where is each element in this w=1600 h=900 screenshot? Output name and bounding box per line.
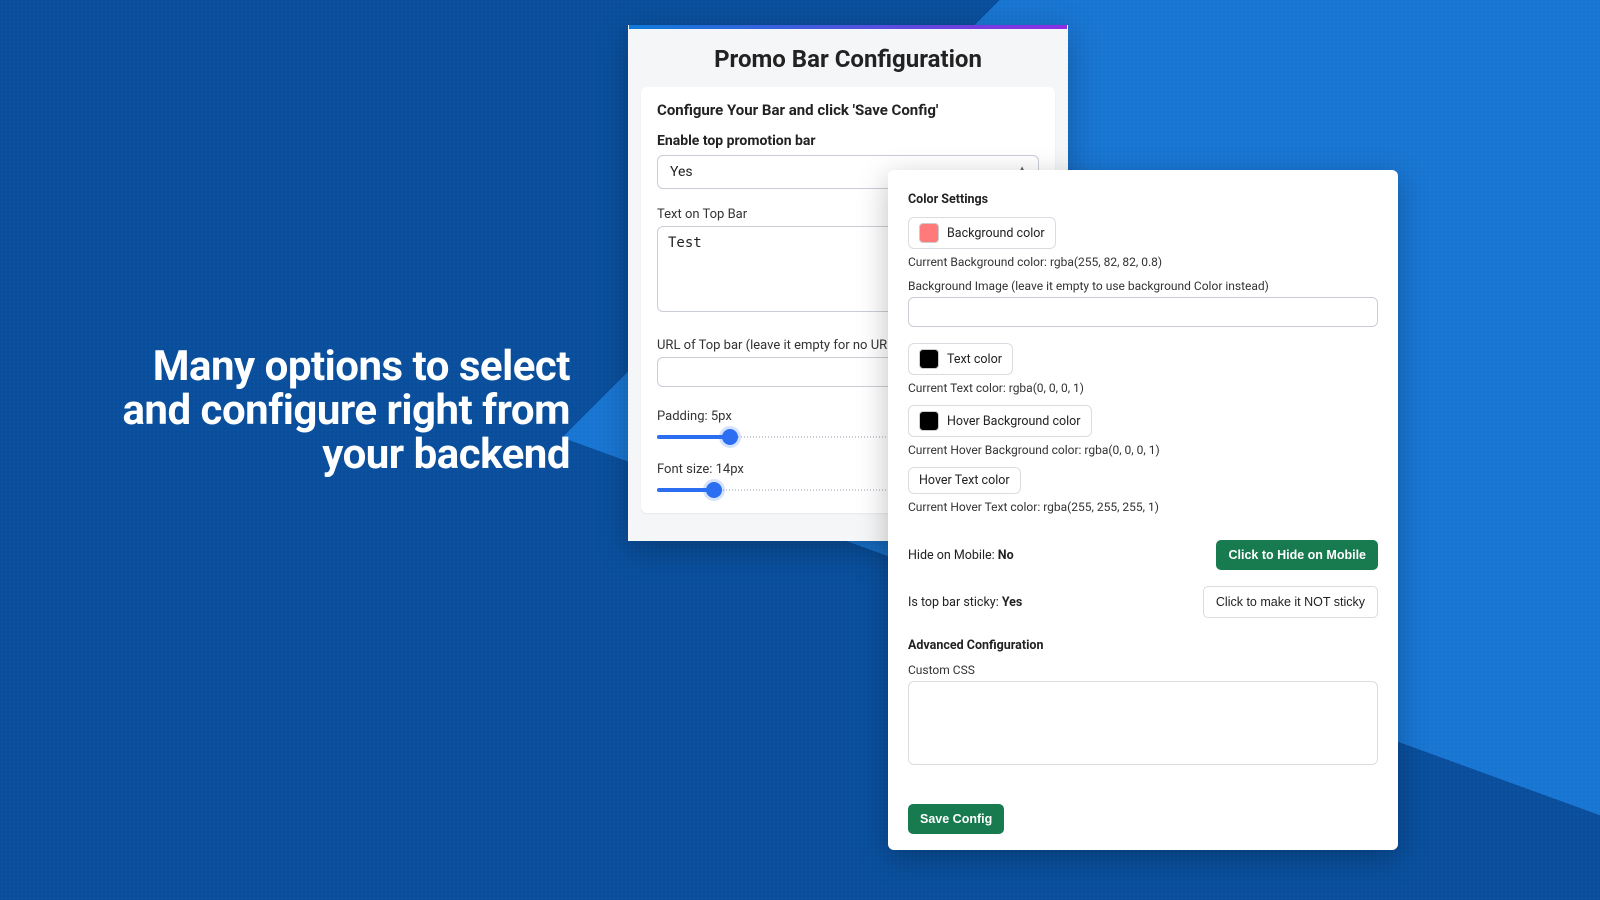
hover-text-color-label: Hover Text color <box>919 473 1010 488</box>
padding-slider-fill <box>657 435 730 439</box>
background-color-swatch <box>919 223 939 243</box>
text-color-label: Text color <box>947 352 1002 367</box>
page-title: Promo Bar Configuration <box>629 29 1067 87</box>
background-color-readout: Current Background color: rgba(255, 82, … <box>908 255 1378 269</box>
hide-on-mobile-button[interactable]: Click to Hide on Mobile <box>1216 540 1378 570</box>
marketing-tagline: Many options to select and configure rig… <box>100 345 570 477</box>
hover-text-color-readout: Current Hover Text color: rgba(255, 255,… <box>908 500 1378 514</box>
fontsize-slider-thumb[interactable] <box>706 482 722 498</box>
color-settings-panel: Color Settings Background color Current … <box>888 170 1398 850</box>
hover-bg-color-swatch <box>919 411 939 431</box>
custom-css-label: Custom CSS <box>908 663 1378 677</box>
text-color-readout: Current Text color: rgba(0, 0, 0, 1) <box>908 381 1378 395</box>
toggle-sticky-button[interactable]: Click to make it NOT sticky <box>1203 586 1378 618</box>
hover-bg-color-picker[interactable]: Hover Background color <box>908 405 1092 437</box>
hover-text-color-picker[interactable]: Hover Text color <box>908 467 1021 494</box>
background-image-label: Background Image (leave it empty to use … <box>908 279 1378 293</box>
enable-label: Enable top promotion bar <box>657 133 1039 149</box>
text-color-picker[interactable]: Text color <box>908 343 1013 375</box>
color-settings-title: Color Settings <box>908 192 1378 207</box>
save-config-button[interactable]: Save Config <box>908 804 1004 834</box>
enable-select-value: Yes <box>670 164 693 180</box>
padding-slider-thumb[interactable] <box>722 429 738 445</box>
background-color-picker[interactable]: Background color <box>908 217 1056 249</box>
custom-css-input[interactable] <box>908 681 1378 765</box>
hover-bg-color-label: Hover Background color <box>947 414 1081 429</box>
background-image-input[interactable] <box>908 297 1378 327</box>
sticky-status: Is top bar sticky: Yes <box>908 595 1022 610</box>
advanced-config-title: Advanced Configuration <box>908 638 1378 653</box>
text-color-swatch <box>919 349 939 369</box>
background-color-label: Background color <box>947 226 1045 241</box>
card-subtitle: Configure Your Bar and click 'Save Confi… <box>657 101 1039 119</box>
hover-bg-color-readout: Current Hover Background color: rgba(0, … <box>908 443 1378 457</box>
hide-on-mobile-status: Hide on Mobile: No <box>908 548 1014 563</box>
